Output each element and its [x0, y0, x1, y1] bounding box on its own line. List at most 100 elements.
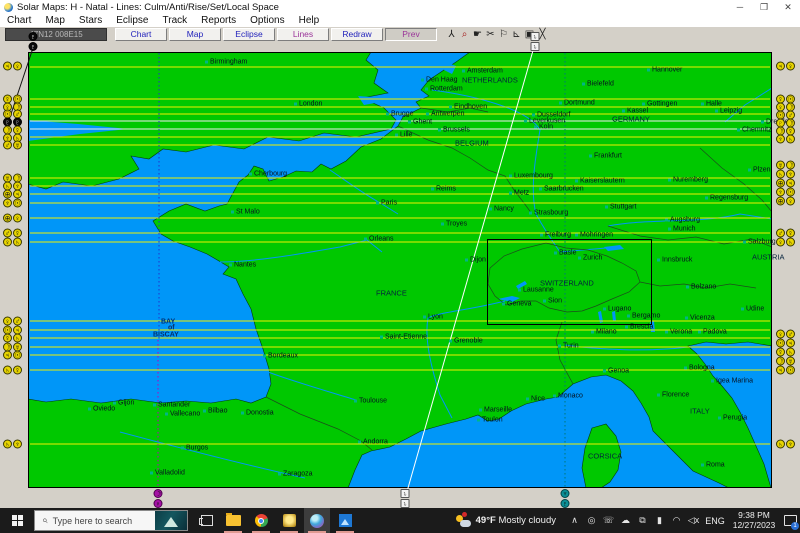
search-icon: ⌕ — [42, 515, 48, 526]
menu-chart[interactable]: Chart — [0, 15, 38, 26]
task-view-button[interactable] — [196, 508, 218, 533]
battery-icon[interactable]: ▮ — [651, 515, 668, 526]
planet-line-glyphs: ♀ ♄ — [3, 237, 23, 247]
taskbar-app-chrome[interactable] — [248, 508, 274, 533]
map-client-area[interactable]: Birmingham London Amsterdam Den Haag Rotterd… — [0, 32, 800, 509]
language-indicator[interactable]: ENG — [702, 516, 728, 526]
planet-glyph-icon: ♀ — [3, 316, 12, 326]
toolbar: 47N12 008E15 Chart Map Eclipse Lines Redraw P… — [0, 27, 800, 43]
planet-glyph-icon: ♀ — [3, 237, 12, 247]
hand-icon[interactable]: ☛ — [471, 28, 484, 41]
planet-glyph-icon: ☽ — [776, 356, 785, 366]
window-title: Solar Maps: H - Natal - Lines: Culm/Anti… — [17, 1, 279, 13]
menu-reports[interactable]: Reports — [194, 15, 243, 26]
toolbar-buttons: Chart Map Eclipse Lines Redraw Prev — [115, 28, 439, 41]
planet-glyph-icon: ☉ — [13, 350, 22, 360]
planet-glyph-icon: ♂ — [776, 228, 785, 238]
planet-glyph-icon: ♀ — [786, 196, 795, 206]
taskbar-app-solar-maps[interactable] — [304, 508, 330, 533]
planet-glyph-icon: ♃ — [3, 350, 12, 360]
record-icon[interactable]: ◎ — [583, 515, 600, 526]
solar-maps-icon — [310, 513, 324, 528]
menu-help[interactable]: Help — [292, 15, 327, 26]
planet-glyph-icon: ☉ — [13, 198, 22, 208]
planet-glyph-icon: ☿ — [786, 228, 795, 238]
planet-glyph-icon: ☽ — [786, 160, 795, 170]
planet-line-glyphs: ♃ ☉ — [3, 350, 23, 360]
taskbar-app-gold[interactable] — [276, 508, 302, 533]
planet-glyph-icon: ♆ — [776, 187, 785, 197]
planet-glyph-icon: ♇ — [28, 32, 38, 41]
planet-glyph-icon: ♆ — [786, 439, 795, 449]
menu-map[interactable]: Map — [38, 15, 71, 26]
close-button[interactable]: ✕ — [776, 0, 800, 14]
volume-icon[interactable]: ◁x — [685, 515, 702, 526]
planet-line-glyphs: ⊕ ♃ — [776, 178, 796, 188]
planet-glyph-icon: ♆ — [560, 489, 570, 498]
toolbar-button-lines[interactable]: Lines — [277, 28, 329, 41]
map-canvas[interactable] — [0, 42, 800, 508]
start-button[interactable] — [0, 508, 34, 533]
planet-glyph-icon: ☿ — [13, 228, 22, 238]
phone-icon[interactable]: ☏ — [600, 515, 617, 526]
planet-glyph-icon: ♃ — [3, 61, 12, 71]
toolbar-button-prev[interactable]: Prev — [385, 28, 437, 41]
chrome-icon — [254, 514, 268, 527]
menu-eclipse[interactable]: Eclipse — [109, 15, 155, 26]
notification-button[interactable]: 1 — [780, 508, 800, 533]
chevron-up-icon[interactable]: ∧ — [566, 515, 583, 526]
wifi-icon[interactable]: ◠ — [668, 515, 685, 526]
planet-line-glyphs: ⊕ ♃ — [3, 189, 23, 199]
windows-logo-icon — [11, 515, 23, 526]
onedrive-icon[interactable]: ☁ — [617, 515, 634, 526]
cut-icon[interactable]: ✂ — [484, 28, 497, 41]
line-end-marker: ♆ ♇ — [560, 489, 570, 509]
planet-glyph-icon: ♄ — [400, 489, 410, 498]
planet-line-glyphs: ☿ ♄ — [3, 333, 23, 343]
weather-icon[interactable] — [455, 512, 471, 527]
planet-glyph-icon: ♄ — [786, 237, 795, 247]
planet-line-glyphs: ♆ ♄ — [776, 134, 796, 144]
clock[interactable]: 9:38 PM 12/27/2023 — [728, 510, 780, 530]
planet-glyph-icon: ♅ — [13, 140, 22, 150]
menu-options[interactable]: Options — [243, 15, 291, 26]
planet-glyph-icon: ☉ — [776, 338, 785, 348]
minimize-button[interactable]: ─ — [728, 0, 752, 14]
planet-line-glyphs: ♂ ♅ — [3, 140, 23, 150]
taskbar-app-file-explorer[interactable] — [220, 508, 246, 533]
flag-icon[interactable]: ⚐ — [497, 28, 510, 41]
zoom-icon[interactable]: ⌕ — [458, 28, 471, 41]
channel-island — [246, 191, 249, 193]
planet-glyph-icon: ☿ — [776, 347, 785, 357]
toolbar-button-redraw[interactable]: Redraw — [331, 28, 383, 41]
planet-glyph-icon: ☉ — [786, 365, 795, 375]
planet-glyph-icon: ♄ — [530, 32, 540, 41]
compass-icon[interactable]: ⅄ — [445, 28, 458, 41]
display-icon[interactable]: ⧉ — [634, 515, 651, 526]
planet-glyph-icon: ♄ — [776, 439, 785, 449]
planet-glyph-icon: ♄ — [13, 333, 22, 343]
planet-glyph-icon: ♂ — [3, 140, 12, 150]
weather-text[interactable]: 49°F Mostly cloudy — [476, 515, 556, 526]
planet-glyph-icon: ♀ — [13, 213, 22, 223]
planet-glyph-icon: ♇ — [28, 42, 38, 51]
planet-glyph-icon: ⊕ — [3, 213, 12, 223]
tray-icons: ∧ ◎ ☏ ☁ ⧉ ▮ ◠ ◁x — [566, 515, 702, 526]
planet-glyph-icon: ♆ — [786, 169, 795, 179]
planet-glyph-icon: ⊕ — [3, 189, 12, 199]
toolbar-button-chart[interactable]: Chart — [115, 28, 167, 41]
menu-stars[interactable]: Stars — [72, 15, 109, 26]
maximize-button[interactable]: ❐ — [752, 0, 776, 14]
toolbar-button-eclipse[interactable]: Eclipse — [223, 28, 275, 41]
planet-line-glyphs: ☿ ♄ — [776, 347, 796, 357]
toolbar-button-map[interactable]: Map — [169, 28, 221, 41]
measure-icon[interactable]: ⊾ — [510, 28, 523, 41]
taskbar-app-photos[interactable] — [332, 508, 358, 533]
planet-glyph-icon: ♃ — [13, 189, 22, 199]
taskbar-search[interactable]: ⌕ Type here to search — [34, 510, 188, 531]
planet-glyph-icon: ♂ — [13, 316, 22, 326]
gold-app-icon — [282, 514, 296, 527]
channel-island — [254, 194, 257, 196]
menu-track[interactable]: Track — [156, 15, 195, 26]
menu-bar: Chart Map Stars Eclipse Track Reports Options H… — [0, 14, 800, 28]
